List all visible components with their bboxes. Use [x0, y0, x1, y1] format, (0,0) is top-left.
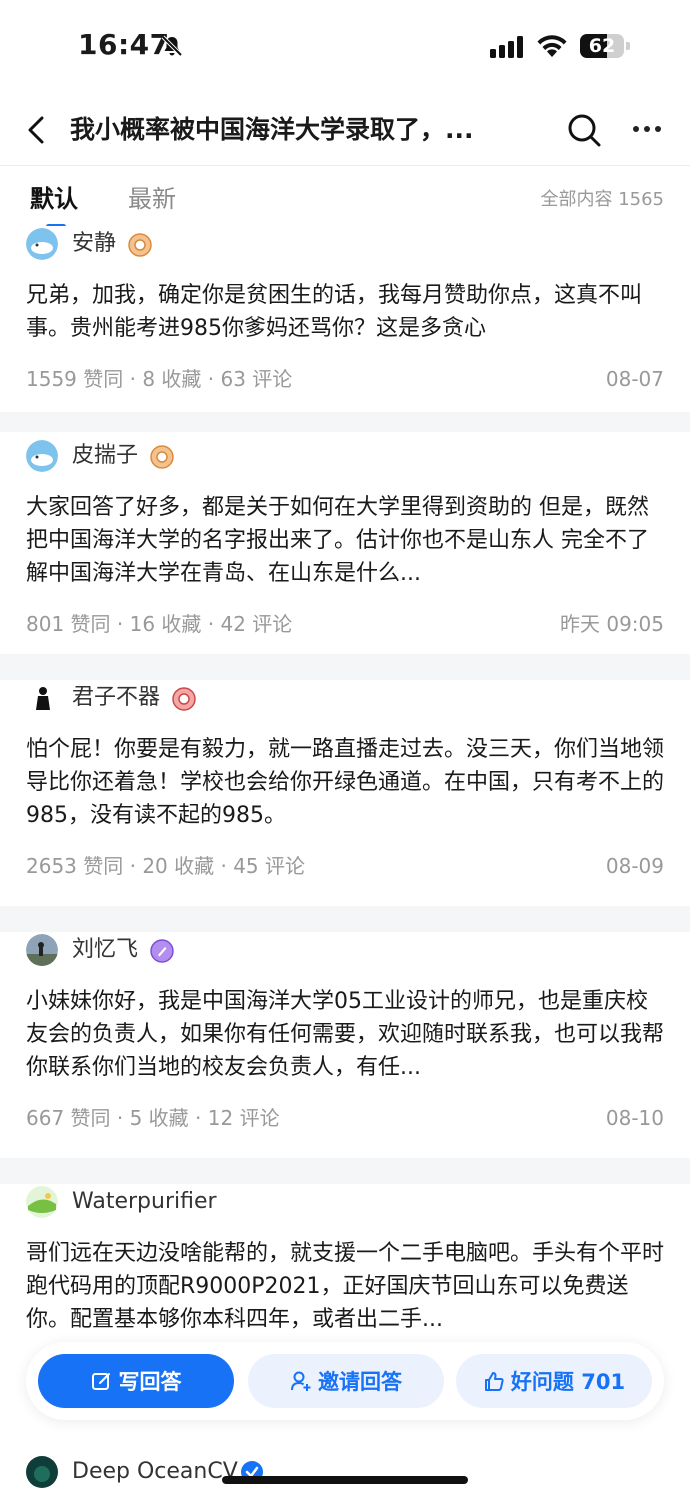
answer-card[interactable]: Waterpurifier 哥们远在天边没啥能帮的，就支援一个二手电脑吧。手头有… — [0, 1184, 690, 1364]
author-row: 君子不器 — [26, 680, 664, 720]
answer-meta: 1559 赞同 · 8 收藏 · 63 评论 08-07 — [26, 357, 664, 401]
invite-answer-button[interactable]: 邀请回答 — [248, 1354, 444, 1408]
answer-excerpt[interactable]: 怕个屁！你要是有毅力，就一路直播走过去。没三天，你们当地领导比你还着急！学校也会… — [26, 733, 664, 832]
answer-feed: 安静 兄弟，加我，确定你是贫困生的话，我每月赞助你点，这真不叫事。贵州能考进98… — [0, 226, 690, 1364]
author-row: 刘忆飞 — [26, 932, 664, 972]
answer-date: 08-10 — [605, 1106, 664, 1130]
divider — [0, 906, 690, 932]
answer-stats: 2653 赞同 · 20 收藏 · 45 评论 — [26, 854, 306, 878]
invite-answer-label: 邀请回答 — [318, 1370, 402, 1394]
battery-percent: 62 — [588, 35, 616, 57]
total-answers-count: 全部内容 1565 — [540, 189, 664, 210]
answer-stats: 801 赞同 · 16 收藏 · 42 评论 — [26, 612, 293, 636]
badge-icon — [150, 939, 174, 963]
battery-tip — [626, 42, 630, 50]
answer-date: 08-09 — [605, 854, 664, 878]
badge-icon — [172, 687, 196, 711]
tab-latest[interactable]: 最新 — [128, 182, 176, 216]
good-question-label: 好问题 701 — [510, 1370, 626, 1394]
answer-meta: 667 赞同 · 5 收藏 · 12 评论 08-10 — [26, 1096, 664, 1140]
divider — [0, 412, 690, 432]
home-indicator[interactable] — [222, 1476, 468, 1484]
question-title[interactable]: 我小概率被中国海洋大学录取了，... — [70, 112, 520, 148]
answer-stats: 667 赞同 · 5 收藏 · 12 评论 — [26, 1106, 280, 1130]
search-icon[interactable] — [566, 112, 602, 148]
author-name[interactable]: Waterpurifier — [72, 1186, 217, 1218]
author-name[interactable]: 安静 — [72, 228, 116, 260]
bottom-action-bar: 写回答 邀请回答 好问题 701 — [26, 1342, 664, 1420]
answer-date: 08-07 — [605, 367, 664, 391]
author-name[interactable]: 君子不器 — [72, 682, 160, 714]
answer-excerpt[interactable]: 大家回答了好多，都是关于如何在大学里得到资助的 但是，既然把中国海洋大学的名字报… — [26, 491, 664, 590]
good-question-button[interactable]: 好问题 701 — [456, 1354, 652, 1408]
thumbs-up-icon — [484, 1372, 504, 1391]
answer-meta: 2653 赞同 · 20 收藏 · 45 评论 08-09 — [26, 844, 664, 888]
back-arrow-icon[interactable] — [24, 114, 50, 146]
author-row: Waterpurifier — [26, 1184, 664, 1224]
battery-body: 62 — [580, 34, 624, 58]
avatar[interactable] — [26, 1456, 58, 1488]
bell-muted-icon — [161, 35, 183, 57]
divider — [0, 654, 690, 680]
status-time: 16:47 — [78, 28, 170, 61]
avatar[interactable] — [26, 228, 58, 260]
sort-tabs: 默认 最新 全部内容 1565 — [0, 166, 690, 229]
avatar[interactable] — [26, 682, 58, 714]
answer-card[interactable]: 刘忆飞 小妹妹你好，我是中国海洋大学05工业设计的师兄，也是重庆校友会的负责人，… — [0, 932, 690, 1158]
avatar[interactable] — [26, 440, 58, 472]
more-icon[interactable] — [632, 124, 662, 134]
answer-excerpt[interactable]: 哥们远在天边没啥能帮的，就支援一个二手电脑吧。手头有个平时跑代码用的顶配R900… — [26, 1237, 664, 1336]
tab-default[interactable]: 默认 — [30, 182, 78, 216]
author-row: 皮揣子 — [26, 438, 664, 478]
divider — [0, 1158, 690, 1184]
battery-indicator: 62 — [580, 34, 630, 58]
author-name[interactable]: 刘忆飞 — [72, 934, 138, 966]
answer-excerpt[interactable]: 兄弟，加我，确定你是贫困生的话，我每月赞助你点，这真不叫事。贵州能考进985你爹… — [26, 279, 664, 345]
add-user-icon — [291, 1371, 311, 1391]
badge-icon — [128, 233, 152, 257]
wifi-icon — [537, 35, 567, 57]
nav-bar: 我小概率被中国海洋大学录取了，... — [0, 96, 690, 166]
answer-card[interactable]: 君子不器 怕个屁！你要是有毅力，就一路直播走过去。没三天，你们当地领导比你还着急… — [0, 680, 690, 906]
write-answer-button[interactable]: 写回答 — [38, 1354, 234, 1408]
answer-date: 昨天 09:05 — [560, 612, 664, 636]
author-name[interactable]: Deep OceanCV — [72, 1456, 238, 1488]
answer-excerpt[interactable]: 小妹妹你好，我是中国海洋大学05工业设计的师兄，也是重庆校友会的负责人，如果你有… — [26, 985, 664, 1084]
answer-meta: 801 赞同 · 16 收藏 · 42 评论 昨天 09:05 — [26, 602, 664, 646]
write-answer-label: 写回答 — [118, 1370, 182, 1394]
answer-card[interactable]: 安静 兄弟，加我，确定你是贫困生的话，我每月赞助你点，这真不叫事。贵州能考进98… — [0, 226, 690, 412]
cellular-signal-icon — [490, 36, 523, 58]
avatar[interactable] — [26, 1186, 58, 1218]
avatar[interactable] — [26, 934, 58, 966]
author-name[interactable]: 皮揣子 — [72, 440, 138, 472]
next-answer-author-row: Deep OceanCV — [26, 1456, 666, 1492]
status-bar: 16:47 62 — [0, 0, 690, 96]
answer-card[interactable]: 皮揣子 大家回答了好多，都是关于如何在大学里得到资助的 但是，既然把中国海洋大学… — [0, 432, 690, 654]
author-row: 安静 — [26, 226, 664, 266]
edit-icon — [91, 1373, 110, 1390]
badge-icon — [150, 445, 174, 469]
answer-stats: 1559 赞同 · 8 收藏 · 63 评论 — [26, 367, 293, 391]
